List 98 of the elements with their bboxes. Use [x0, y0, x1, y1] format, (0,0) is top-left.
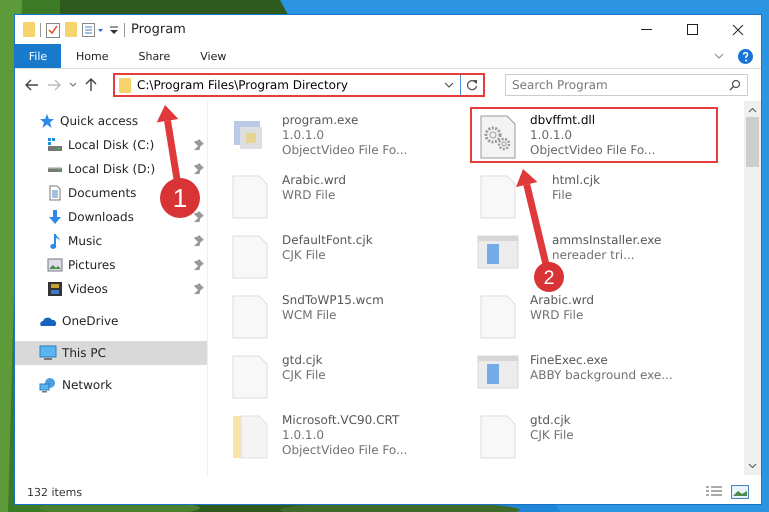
file-detail: ABBY background exe... [530, 368, 673, 383]
sidebar-item[interactable]: Pictures [68, 258, 116, 272]
help-icon[interactable] [738, 48, 753, 64]
selected-item-highlight[interactable]: This PC [15, 341, 207, 365]
scrollbar-thumb[interactable] [746, 117, 759, 167]
film-icon [47, 281, 63, 297]
minimize-icon[interactable] [640, 29, 652, 30]
picture-icon [47, 257, 63, 273]
file-icon [480, 175, 516, 219]
file-name[interactable]: Microsoft.VC90.CRT [282, 413, 408, 428]
file-name[interactable]: FineExec.exe [530, 353, 673, 368]
file-detail: 1.0.1.0 [282, 128, 325, 143]
file-detail: WCM File [282, 308, 338, 323]
pin-icon[interactable] [193, 139, 205, 151]
sidebar-item[interactable]: Music [68, 234, 102, 248]
address-path: C:\Program Files\Program Directory [137, 78, 348, 92]
search-field[interactable]: Search Program [505, 74, 748, 96]
ribbon-tab[interactable]: Share [123, 44, 186, 68]
file-detail: WRD File [282, 188, 336, 203]
window-icon [477, 355, 519, 389]
download-icon [47, 209, 63, 225]
ribbon-tab[interactable]: View [185, 44, 242, 68]
file-detail: ObjectVideo File Fo... [282, 443, 408, 458]
file-detail: nereader tri... [552, 248, 636, 263]
pin-icon[interactable] [193, 211, 205, 223]
file-name[interactable]: gtd.cjk [282, 353, 326, 368]
document-icon [47, 185, 63, 201]
star-icon [39, 113, 55, 129]
file-icon [480, 295, 516, 339]
file-detail: 1.0.1.0 [530, 128, 573, 143]
step-number-badge: 2 [534, 262, 564, 292]
file-name[interactable]: ammsInstaller.exe [552, 233, 662, 248]
address-bar[interactable]: C:\Program Files\Program Directory [113, 73, 485, 97]
folder-file-icon [232, 415, 268, 459]
file-detail: ObjectVideo File Fo... [282, 143, 408, 158]
sidebar-item[interactable]: Downloads [68, 210, 134, 224]
sidebar-item[interactable]: Quick access [60, 114, 138, 128]
window-icon [477, 235, 519, 269]
gear-file-icon [480, 115, 516, 159]
file-name[interactable]: Arabic.wrd [530, 293, 594, 308]
file-detail: CJK File [282, 248, 327, 263]
file-icon [232, 235, 268, 279]
file-icon [480, 415, 516, 459]
dropdown-caret-icon[interactable] [444, 82, 454, 88]
properties-icon[interactable] [82, 22, 104, 36]
sidebar-item[interactable]: Local Disk (D:) [68, 162, 156, 176]
file-icon [232, 355, 268, 399]
file-name[interactable]: program.exe [282, 113, 408, 128]
maximize-icon[interactable] [686, 24, 698, 35]
file-name[interactable]: html.cjk [552, 173, 600, 188]
pin-icon[interactable] [193, 259, 205, 271]
file-icon [232, 295, 268, 339]
file-detail: CJK File [530, 428, 574, 443]
music-note-icon [47, 233, 63, 249]
file-detail: 1.0.1.0 [282, 428, 325, 443]
drive-icon [47, 137, 63, 153]
sidebar-item[interactable]: Documents [68, 186, 136, 200]
refresh-icon[interactable] [466, 79, 478, 91]
monitor-icon [39, 345, 57, 361]
file-name[interactable]: DefaultFont.cjk [282, 233, 373, 248]
window-title: Program [131, 22, 187, 37]
recent-caret-icon[interactable] [69, 82, 77, 88]
search-icon[interactable] [729, 79, 741, 91]
file-detail: CJK File [282, 368, 326, 383]
up-arrow-icon[interactable] [85, 78, 97, 92]
file-name[interactable]: Arabic.wrd [282, 173, 346, 188]
pin-icon[interactable] [193, 163, 205, 175]
back-arrow-icon[interactable] [25, 79, 39, 91]
file-menu-button[interactable]: File [15, 44, 61, 68]
scroll-up-icon[interactable] [748, 107, 757, 113]
sidebar-item[interactable]: Videos [68, 282, 108, 296]
sidebar-item[interactable]: Network [62, 378, 112, 392]
file-name[interactable]: dbvffmt.dll [530, 113, 656, 128]
file-icon [232, 175, 268, 219]
file-detail: ObjectVideo File Fo... [530, 143, 656, 158]
sidebar-item[interactable]: This PC [62, 346, 106, 360]
file-name[interactable]: gtd.cjk [530, 413, 574, 428]
ribbon-tab[interactable]: Home [61, 44, 124, 68]
item-count: 132 items [27, 486, 82, 498]
expand-ribbon-icon[interactable] [714, 53, 724, 59]
pin-icon[interactable] [193, 283, 205, 295]
scrollbar[interactable] [744, 101, 761, 475]
step-number-badge: 1 [160, 178, 200, 218]
close-icon[interactable] [732, 24, 744, 36]
selected-file-item[interactable]: dbvffmt.dll 1.0.1.0 ObjectVideo File Fo... [470, 107, 718, 163]
sidebar-item[interactable]: Local Disk (C:) [68, 138, 154, 152]
folder-icon [119, 78, 131, 92]
customize-caret-icon[interactable] [109, 24, 119, 34]
file-name[interactable]: SndToWP15.wcm [282, 293, 384, 308]
file-detail: WRD File [530, 308, 584, 323]
checklist-icon[interactable] [46, 22, 60, 38]
network-icon [39, 377, 57, 393]
large-icons-view-icon[interactable] [731, 485, 749, 499]
scroll-down-icon[interactable] [748, 463, 757, 469]
pin-icon[interactable] [193, 235, 205, 247]
file-detail: File [552, 188, 574, 203]
drive-icon [48, 166, 62, 172]
sidebar-item[interactable]: OneDrive [62, 314, 118, 328]
